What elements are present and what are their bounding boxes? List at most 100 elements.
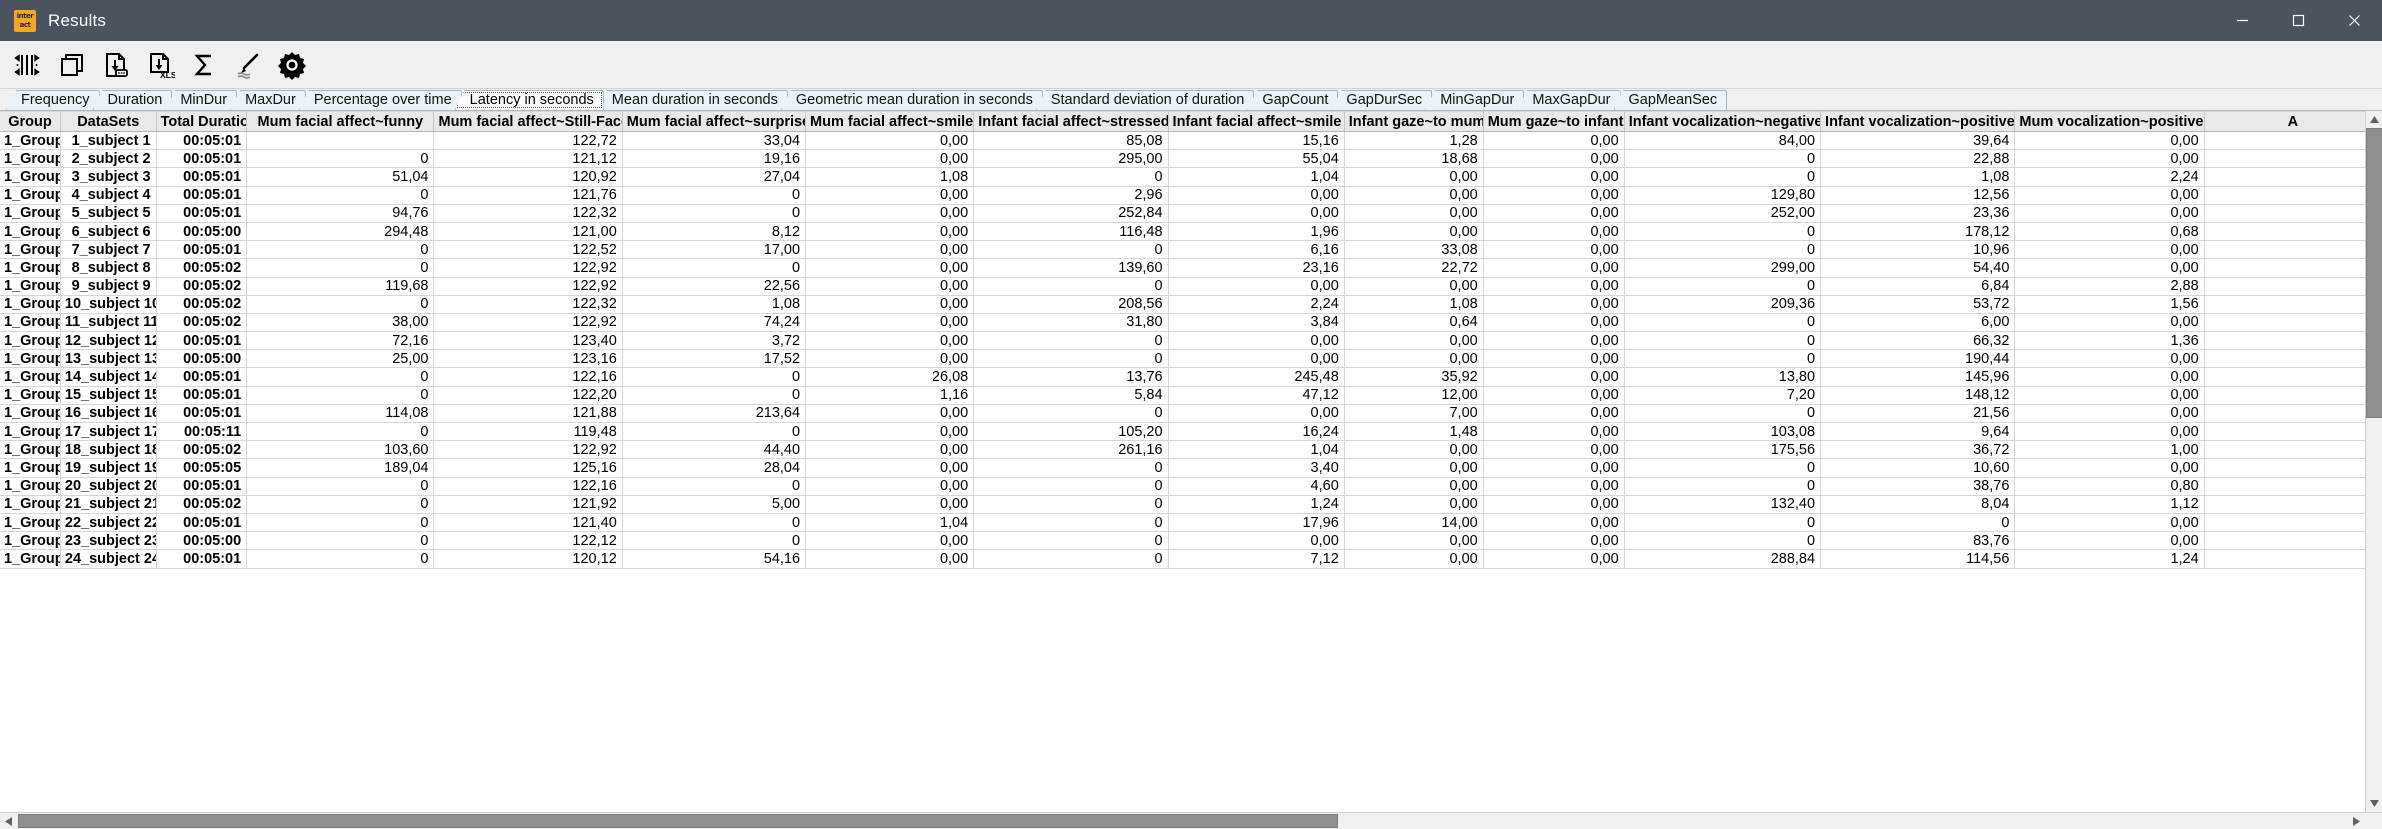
table-cell[interactable]: 0 [622, 386, 807, 405]
table-cell[interactable]: 1,08 [805, 167, 975, 187]
scroll-up-arrow[interactable] [2366, 111, 2382, 128]
tab-gapcount[interactable]: GapCount [1247, 90, 1339, 110]
table-cell[interactable]: 209,36 [1624, 295, 1822, 314]
table-cell[interactable]: 120,92 [433, 167, 623, 187]
table-cell[interactable]: 5,00 [622, 495, 807, 514]
table-cell[interactable]: 0 [622, 204, 807, 223]
table-cell[interactable]: 0,00 [1483, 186, 1625, 205]
table-cell[interactable]: 7,20 [1624, 386, 1822, 405]
table-cell[interactable]: 0 [622, 258, 807, 278]
table-cell[interactable]: 0 [2204, 331, 2382, 351]
table-cell[interactable]: 0,00 [1168, 331, 1345, 351]
table-cell[interactable]: 1,48 [1344, 422, 1484, 442]
table-cell[interactable]: 0 [246, 513, 435, 533]
table-cell[interactable]: 0,00 [805, 222, 975, 242]
table-cell[interactable]: 0,00 [805, 440, 975, 460]
column-header-a[interactable]: A [2204, 111, 2382, 132]
tab-percentage-over-time[interactable]: Percentage over time [298, 90, 462, 110]
table-cell[interactable]: 22,72 [1344, 258, 1484, 278]
table-cell[interactable]: 0 [2204, 404, 2382, 424]
table-cell[interactable]: 1,16 [805, 386, 975, 405]
table-cell[interactable]: 120,12 [433, 549, 623, 569]
table-cell[interactable]: 123,16 [433, 349, 623, 369]
table-cell[interactable]: 0,00 [805, 331, 975, 351]
tab-geometric-mean-duration-in-seconds[interactable]: Geometric mean duration in seconds [780, 90, 1043, 110]
table-cell[interactable]: 116,48 [973, 222, 1169, 242]
table-cell[interactable]: 0,00 [2014, 513, 2205, 533]
tab-mean-duration-in-seconds[interactable]: Mean duration in seconds [596, 90, 788, 110]
table-cell[interactable]: 54,16 [622, 549, 807, 569]
table-cell[interactable]: 0 [2204, 131, 2382, 151]
table-cell[interactable]: 0 [973, 458, 1169, 478]
table-cell[interactable]: 0,00 [2014, 240, 2205, 260]
table-cell[interactable]: 0,00 [1344, 531, 1484, 551]
table-cell[interactable]: 1,00 [2014, 440, 2205, 460]
table-cell[interactable]: 0,00 [805, 295, 975, 314]
table-cell[interactable]: 0,68 [2014, 222, 2205, 242]
table-cell[interactable]: 1,24 [1168, 495, 1345, 514]
table-cell[interactable]: 3,84 [1168, 313, 1345, 333]
table-cell[interactable]: 83,76 [1820, 531, 2016, 551]
table-cell[interactable]: 27,04 [622, 167, 807, 187]
table-cell[interactable]: 103,60 [246, 440, 435, 460]
table-cell[interactable]: 0,00 [805, 131, 975, 151]
table-cell[interactable]: 1,08 [1820, 167, 2016, 187]
table-cell[interactable]: 5,84 [973, 386, 1169, 405]
table-cell[interactable]: 28,04 [622, 458, 807, 478]
table-cell[interactable]: 0 [246, 295, 435, 314]
table-cell[interactable]: 0 [2204, 186, 2382, 205]
table-cell[interactable]: 0,00 [1344, 277, 1484, 296]
table-cell[interactable]: 0 [2204, 240, 2382, 260]
table-cell[interactable]: 0 [1624, 477, 1822, 496]
table-cell[interactable]: 10,60 [1820, 458, 2016, 478]
table-cell[interactable]: 85,08 [973, 131, 1169, 151]
table-cell[interactable]: 0,00 [805, 186, 975, 205]
table-cell[interactable]: 252,84 [973, 204, 1169, 223]
table-cell[interactable]: 0,00 [805, 240, 975, 260]
table-cell[interactable]: 44,40 [622, 440, 807, 460]
table-cell[interactable]: 0,00 [1483, 331, 1625, 351]
tab-gapdursec[interactable]: GapDurSec [1331, 90, 1433, 110]
table-cell[interactable]: 18,68 [1344, 149, 1484, 169]
table-cell[interactable]: 0,00 [1168, 277, 1345, 296]
table-cell[interactable]: 0 [973, 349, 1169, 369]
column-header-infant-vocalization-positive[interactable]: Infant vocalization~positive [1820, 111, 2016, 132]
table-row[interactable]: 1_Group 124_subject 2400:05:010120,1254,… [0, 549, 2382, 569]
table-cell[interactable]: 17,52 [622, 349, 807, 369]
table-cell[interactable]: 295,00 [973, 149, 1169, 169]
tab-maxdur[interactable]: MaxDur [230, 90, 306, 110]
table-cell[interactable]: 1,28 [1344, 131, 1484, 151]
table-row[interactable]: 1_Group 111_subject 1100:05:0238,00122,9… [0, 313, 2382, 333]
table-cell[interactable]: 74,24 [622, 313, 807, 333]
tab-gapmeansec[interactable]: GapMeanSec [1613, 90, 1728, 110]
table-cell[interactable]: 17,00 [622, 240, 807, 260]
table-cell[interactable]: 0 [622, 186, 807, 205]
table-cell[interactable]: 12,56 [1820, 186, 2016, 205]
table-cell[interactable]: 21,56 [1820, 404, 2016, 424]
table-cell[interactable]: 0 [246, 367, 435, 387]
table-cell[interactable]: 0,00 [1483, 440, 1625, 460]
tab-standard-deviation-of-duration[interactable]: Standard deviation of duration [1035, 90, 1255, 110]
table-cell[interactable]: 0,00 [2014, 531, 2205, 551]
tab-mindur[interactable]: MinDur [165, 90, 238, 110]
table-cell[interactable]: 122,92 [433, 440, 623, 460]
table-cell[interactable]: 0,00 [1483, 149, 1625, 169]
column-header-total-duration[interactable]: Total Duration [156, 111, 248, 132]
table-cell[interactable]: 148,12 [1820, 386, 2016, 405]
table-cell[interactable]: 288,84 [1624, 549, 1822, 569]
table-cell[interactable]: 0,00 [1168, 204, 1345, 223]
column-header-mum-gaze-to-infant[interactable]: Mum gaze~to infant [1483, 111, 1625, 132]
table-cell[interactable]: 0,00 [1344, 349, 1484, 369]
table-cell[interactable]: 0,00 [1344, 186, 1484, 205]
table-cell[interactable]: 0 [2204, 531, 2382, 551]
table-cell[interactable]: 0 [1624, 513, 1822, 533]
table-cell[interactable]: 0 [622, 513, 807, 533]
table-cell[interactable]: 0 [1820, 513, 2016, 533]
table-cell[interactable]: 121,76 [433, 186, 623, 205]
table-cell[interactable]: 0,00 [1168, 349, 1345, 369]
table-row[interactable]: 1_Group 19_subject 900:05:02119,68122,92… [0, 277, 2382, 296]
table-cell[interactable]: 1 [2204, 349, 2382, 369]
table-row[interactable]: 1_Group 123_subject 2300:05:000122,1200,… [0, 531, 2382, 551]
table-cell[interactable]: 10,96 [1820, 240, 2016, 260]
table-cell[interactable]: 0,00 [805, 422, 975, 442]
